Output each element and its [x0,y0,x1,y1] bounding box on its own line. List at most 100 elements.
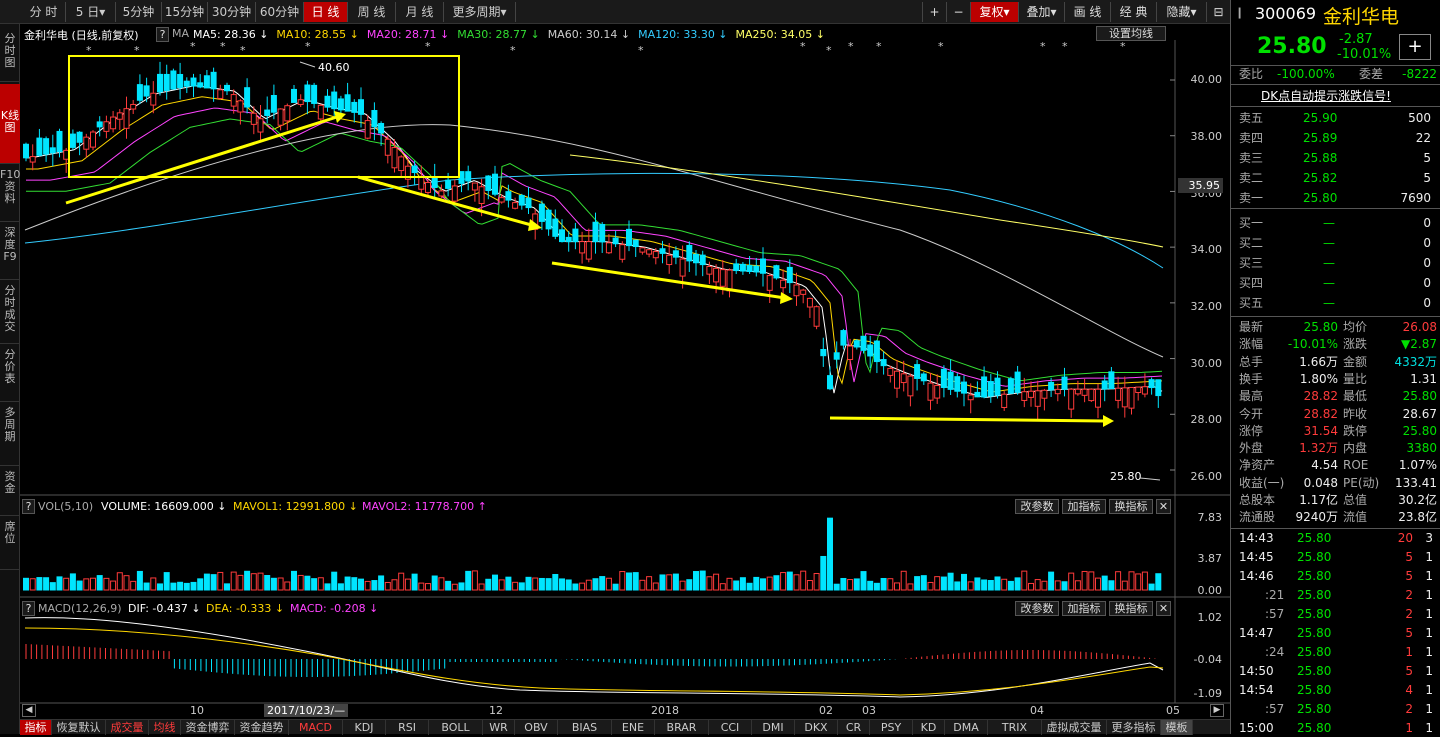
volume-bar [311,578,318,591]
indicator-tab-0[interactable]: 指标 [20,720,52,735]
indicator-tab-4[interactable]: 资金博弈 [181,720,235,735]
volume-bar [512,581,519,591]
candle-body [76,131,83,143]
bid-row: 买三 —0 [1239,256,1431,270]
volume-bar [224,583,230,591]
indicator-tab-20[interactable]: KD [913,720,945,735]
candle-body [358,99,364,115]
candle-body [210,71,217,90]
price-axis-label: 34.00 [1190,243,1223,256]
ma250-line [569,154,1164,248]
indicator-tab-11[interactable]: OBV [515,720,558,735]
indicator-tab-12[interactable]: BIAS [558,720,612,735]
indicator-tab-13[interactable]: ENE [612,720,655,735]
indicator-tab-15[interactable]: CCI [709,720,752,735]
macd-add-indicator-button[interactable]: 加指标 [1062,601,1106,616]
indicator-tab-5[interactable]: 资金趋势 [235,720,289,735]
macd-switch-indicator-button[interactable]: 换指标 [1109,601,1153,616]
indicator-tab-24[interactable]: 更多指标 [1107,720,1161,735]
volume-bar [907,583,914,591]
ma-line [26,107,1163,387]
indicator-tab-23[interactable]: 虚拟成交量 [1042,720,1107,735]
indicator-tab-2[interactable]: 成交量 [106,720,149,735]
add-watchlist-button[interactable]: + [1399,34,1431,60]
mavol2-value: MAVOL2: 11778.700 ↑ [362,500,487,513]
indicator-tab-17[interactable]: DKX [795,720,838,735]
macd-dif-value: DIF: -0.437 ↓ [128,602,201,615]
vol-add-indicator-button[interactable]: 加指标 [1062,499,1106,514]
volume-bar [880,577,887,591]
macd-params-button[interactable]: 改参数 [1015,601,1059,616]
candle-body [1135,386,1142,394]
event-marker: * [190,40,196,53]
volume-bar [599,576,606,591]
indicator-tab-1[interactable]: 恢复默认 [52,720,106,735]
candle-body [445,179,452,189]
macd-close-icon[interactable]: ✕ [1156,601,1171,616]
indicator-tab-7[interactable]: KDJ [343,720,386,735]
indicator-tab-25[interactable]: 模板 [1161,720,1193,735]
scroll-left-icon[interactable]: ◀ [22,704,36,717]
indicator-tab-22[interactable]: TRIX [988,720,1042,735]
candle-body [284,105,291,122]
volume-bar [398,572,405,591]
dk-signal-link[interactable]: DK点自动提示涨跌信号! [1261,87,1391,104]
vol-params-button[interactable]: 改参数 [1015,499,1059,514]
volume-bar [492,574,498,591]
volume-bar [304,575,311,591]
volume-bar [934,576,941,591]
indicator-tab-16[interactable]: DMI [752,720,795,735]
vol-help-icon[interactable]: ? [22,499,35,514]
indicator-tab-3[interactable]: 均线 [149,720,181,735]
volume-bar [887,578,894,591]
vol-axis-label: 3.87 [1197,552,1223,565]
indicator-tab-21[interactable]: DMA [945,720,988,735]
candle-body [887,367,894,376]
weicha-value: -8222 [1402,67,1437,81]
ask-row: 卖四 25.89 22 [1239,131,1431,145]
tick-row: 14:46 25.80 5 1 [1239,569,1433,583]
back-icon[interactable]: ❙ [1235,6,1244,19]
candle-body [311,84,318,104]
indicator-tab-9[interactable]: BOLL [429,720,483,735]
volume-bar [351,577,358,591]
candle-body [880,359,887,367]
volume-bar [1068,572,1075,591]
candle-body [686,244,693,262]
low-marker-line [1139,477,1161,481]
scroll-right-icon[interactable]: ▶ [1210,704,1224,717]
indicator-tab-8[interactable]: RSI [386,720,429,735]
candle-body [291,88,297,103]
candle-body [391,147,398,169]
candle-body [525,197,532,209]
candle-body [1068,388,1075,410]
event-marker: * [134,44,140,57]
indicator-tab-14[interactable]: BRAR [655,720,709,735]
candle-body [244,87,251,108]
indicator-tab-10[interactable]: WR [483,720,515,735]
high-price-label: 40.60 [318,61,350,74]
event-marker: * [638,44,644,57]
candle-body [29,156,36,163]
candle-body [907,375,914,397]
volume-bar [1101,575,1108,591]
vol-switch-indicator-button[interactable]: 换指标 [1109,499,1153,514]
indicator-tab-19[interactable]: PSY [870,720,913,735]
candle-body [847,345,854,360]
macd-dea-value: DEA: -0.333 ↓ [206,602,285,615]
indicator-tab-18[interactable]: CR [838,720,870,735]
kline-chart: * * * * * * * * * * * * * * * * * [20,40,1230,704]
volume-bar [739,577,746,591]
volume-bar [1034,579,1041,591]
vol-close-icon[interactable]: ✕ [1156,499,1171,514]
volume-bar [793,574,800,591]
volume-bar [358,578,364,591]
volume-bar [672,573,679,591]
event-marker: * [848,40,854,53]
macd-dif-line [24,617,1164,698]
indicator-tab-6[interactable]: MACD [289,720,343,735]
candle-body [920,373,927,382]
macd-help-icon[interactable]: ? [22,601,35,616]
stat-row: 流通股 9240万 流值 23.8亿 [1239,510,1437,525]
candle-body [136,84,143,101]
